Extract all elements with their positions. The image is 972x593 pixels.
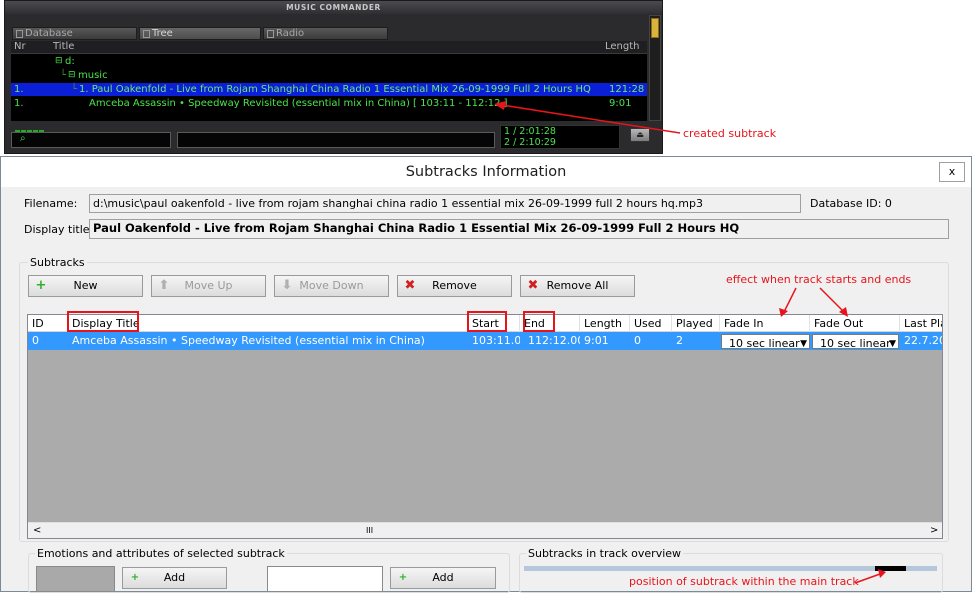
highlight-end xyxy=(523,311,555,332)
chevron-down-icon: ▼ xyxy=(889,339,896,349)
tree-branch-icon: └ xyxy=(71,84,78,95)
tree-node-drive[interactable]: ⊟ d: xyxy=(11,55,647,68)
highlight-display-title xyxy=(67,311,139,332)
remove-all-button[interactable]: ✖ Remove All xyxy=(520,275,635,297)
remove-icon: ✖ xyxy=(404,278,416,293)
cell-used: 0 xyxy=(634,334,641,347)
tree-icon xyxy=(143,30,150,38)
radio-icon xyxy=(267,30,274,38)
cell-last-played: 22.7.20 xyxy=(904,334,943,347)
emotion-list[interactable] xyxy=(36,566,115,592)
annotation-arrow-position xyxy=(854,569,886,584)
remove-all-icon: ✖ xyxy=(527,278,539,293)
overview-group-label: Subtracks in track overview xyxy=(526,547,684,560)
scrollbar-thumb[interactable] xyxy=(651,18,659,38)
display-title-field[interactable]: Paul Oakenfold - Live from Rojam Shangha… xyxy=(89,219,949,239)
add-emotion-button[interactable]: + Add xyxy=(122,567,227,589)
fade-out-select[interactable]: 10 sec linear ▼ xyxy=(812,334,899,350)
expand-icon: ⊟ xyxy=(68,70,76,80)
arrow-up-icon: ⬆ xyxy=(158,278,170,293)
attribute-list[interactable] xyxy=(267,566,383,592)
dialog-title: Subtracks Information xyxy=(1,157,971,187)
annotation-created-subtrack: created subtrack xyxy=(683,127,777,140)
arrow-down-icon: ⬇ xyxy=(281,278,293,293)
annotation-effect: effect when track starts and ends xyxy=(726,273,912,286)
scrollbar-grip[interactable]: III xyxy=(366,526,373,535)
emotions-group-label: Emotions and attributes of selected subt… xyxy=(35,547,287,560)
chevron-down-icon: ▼ xyxy=(800,339,807,349)
player-title: MUSIC COMMANDER xyxy=(5,1,662,14)
tab-tree[interactable]: Tree xyxy=(139,27,261,40)
col-length[interactable]: Length xyxy=(605,41,640,53)
row-title: Amceba Assassin • Speedway Revisited (es… xyxy=(89,98,508,109)
tab-radio[interactable]: Radio xyxy=(263,27,388,40)
plus-icon: + xyxy=(35,278,47,293)
cell-end: 112:12.00 xyxy=(528,334,580,347)
search-icon: ⌕ xyxy=(20,133,26,144)
cell-length: 9:01 xyxy=(584,334,609,347)
annotation-arrows-effect xyxy=(779,287,848,317)
col-id[interactable]: ID xyxy=(28,315,68,332)
col-used[interactable]: Used xyxy=(630,315,672,332)
table-row[interactable]: 0 Amceba Assassin • Speedway Revisited (… xyxy=(28,332,942,350)
database-icon xyxy=(16,30,23,38)
close-button[interactable]: x xyxy=(939,162,965,182)
playlist-header: Nr Title Length xyxy=(11,41,647,54)
cell-start: 103:11.00 xyxy=(472,334,520,347)
tree-node-folder[interactable]: └ ⊟ music xyxy=(11,69,647,82)
tab-database[interactable]: Database xyxy=(12,27,137,40)
fade-in-select[interactable]: 10 sec linear ▼ xyxy=(721,334,810,350)
filename-field[interactable]: d:\music\paul oakenfold - live from roja… xyxy=(89,194,801,213)
tree-folder-label: music xyxy=(78,70,108,81)
tree-drive-label: d: xyxy=(65,56,75,67)
close-icon: x xyxy=(948,165,956,178)
search-input[interactable]: ⌕ xyxy=(11,132,171,148)
tree-branch-icon: └ xyxy=(60,70,67,81)
scroll-left-icon[interactable]: < xyxy=(33,525,41,536)
annotation-position: position of subtrack within the main tra… xyxy=(629,575,859,588)
col-length[interactable]: Length xyxy=(580,315,630,332)
col-last-played[interactable]: Last Pla xyxy=(900,315,942,332)
move-up-button[interactable]: ⬆ Move Up xyxy=(151,275,266,297)
level-meter xyxy=(15,124,63,134)
horizontal-scrollbar[interactable]: < III > xyxy=(28,522,942,538)
row-nr: 1. xyxy=(14,84,24,95)
filename-label: Filename: xyxy=(24,197,78,210)
add-attribute-button[interactable]: + Add xyxy=(390,567,496,589)
cell-played: 2 xyxy=(676,334,683,347)
display-title-label: Display title: xyxy=(24,223,94,236)
plus-icon: + xyxy=(130,572,140,583)
highlight-start xyxy=(467,311,507,332)
expand-icon: ⊟ xyxy=(55,56,63,66)
plus-icon: + xyxy=(398,572,408,583)
annotation-arrow-created xyxy=(494,101,681,134)
col-title[interactable]: Title xyxy=(53,41,74,53)
move-down-button[interactable]: ⬇ Move Down xyxy=(274,275,389,297)
cell-id: 0 xyxy=(32,334,39,347)
subtracks-group-label: Subtracks xyxy=(28,256,87,269)
database-id-label: Database ID: 0 xyxy=(810,197,892,210)
new-button[interactable]: + New xyxy=(28,275,143,297)
subtracks-table[interactable]: ID Display Title Start End Length Used P… xyxy=(27,314,943,539)
remove-button[interactable]: ✖ Remove xyxy=(397,275,512,297)
col-nr[interactable]: Nr xyxy=(14,41,26,53)
col-played[interactable]: Played xyxy=(672,315,720,332)
scroll-right-icon[interactable]: > xyxy=(930,525,938,536)
status-field xyxy=(177,132,495,148)
row-nr: 1. xyxy=(14,98,24,109)
cell-display-title: Amceba Assassin • Speedway Revisited (es… xyxy=(72,334,425,347)
